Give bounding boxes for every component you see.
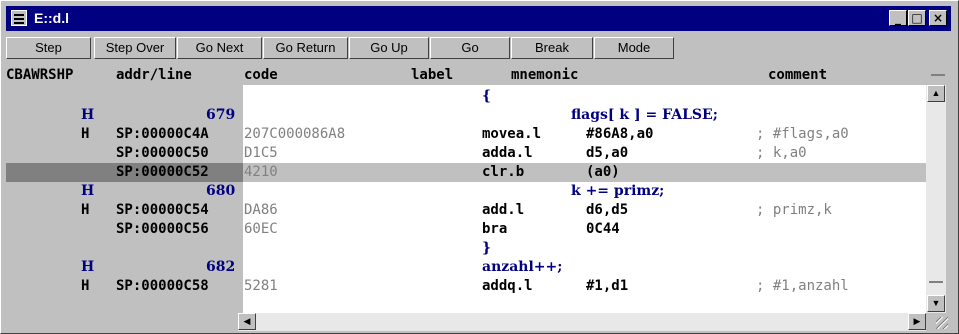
size-grip-icon[interactable] xyxy=(936,317,948,329)
mode-button[interactable]: Mode xyxy=(594,37,674,59)
row-addr: SP:00000C54 xyxy=(116,202,209,218)
vscroll-header-area xyxy=(928,65,946,85)
row-flag: H xyxy=(81,259,95,275)
row-mnemonic: adda.l xyxy=(482,145,533,161)
scroll-up-icon[interactable]: ▲ xyxy=(927,85,945,102)
row-mnemonic: clr.b xyxy=(482,164,525,180)
row-comment: ; #1,anzahl xyxy=(756,278,849,294)
scroll-grip-line xyxy=(931,74,945,76)
table-row[interactable]: } xyxy=(6,239,926,258)
table-row[interactable]: SP:00000C52 4210 clr.b (a0) xyxy=(6,163,926,182)
col-comment[interactable]: comment xyxy=(768,67,827,83)
table-row[interactable]: H SP:00000C54 DA86 add.l d6,d5 ; primz,k xyxy=(6,201,926,220)
row-addr: 680 xyxy=(206,183,236,199)
table-row[interactable]: { xyxy=(6,87,926,106)
row-flag: H xyxy=(81,126,90,142)
col-label[interactable]: label xyxy=(411,67,453,83)
row-mnemonic: bra xyxy=(482,221,508,237)
col-addr[interactable]: addr/line xyxy=(116,67,192,83)
row-left-pane xyxy=(6,239,243,258)
go-up-button[interactable]: Go Up xyxy=(349,37,429,59)
row-mnemonic: addq.l xyxy=(482,278,533,294)
row-mnemonic: add.l xyxy=(482,202,525,218)
step-button[interactable]: Step xyxy=(6,37,91,59)
minimize-icon[interactable]: _ xyxy=(889,10,907,26)
row-source: k += primz; xyxy=(571,183,665,199)
hscroll-left-area xyxy=(6,313,238,331)
row-comment: ; #flags,a0 xyxy=(756,126,849,142)
row-code: DA86 xyxy=(244,202,278,218)
scroll-right-icon[interactable]: ▶ xyxy=(908,313,926,330)
row-addr: SP:00000C50 xyxy=(116,145,209,161)
go-button[interactable]: Go xyxy=(430,37,510,59)
row-code: D1C5 xyxy=(244,145,278,161)
break-button[interactable]: Break xyxy=(511,37,593,59)
disassembly-list[interactable]: { H 679 flags[ k ] = FALSE; H SP:00000C4A 207C… xyxy=(6,85,926,313)
vertical-scrollbar[interactable]: ▲ ▼ xyxy=(926,85,946,313)
table-row[interactable]: H SP:00000C4A 207C000086A8 movea.l #86A8,a0;… xyxy=(6,125,926,144)
close-icon[interactable]: × xyxy=(929,10,947,26)
resize-corner[interactable] xyxy=(926,313,950,331)
table-row[interactable]: H SP:00000C58 5281 addq.l #1,d1 ; #1,anzahl xyxy=(6,277,926,296)
window-title: E::d.l xyxy=(34,10,69,26)
row-code: 60EC xyxy=(244,221,278,237)
scroll-left-icon[interactable]: ◀ xyxy=(238,313,256,330)
row-addr: 679 xyxy=(206,107,236,123)
col-mnemonic[interactable]: mnemonic xyxy=(511,67,578,83)
window-menu-icon[interactable] xyxy=(11,10,27,26)
row-addr: SP:00000C52 xyxy=(116,164,209,180)
table-row[interactable]: SP:00000C56 60EC bra 0C44 xyxy=(6,220,926,239)
table-row[interactable]: H 679 flags[ k ] = FALSE; xyxy=(6,106,926,125)
row-flag: H xyxy=(81,183,95,199)
row-operand: #1,d1 xyxy=(586,278,629,294)
row-source: flags[ k ] = FALSE; xyxy=(571,107,718,123)
step-over-button[interactable]: Step Over xyxy=(94,37,176,59)
row-code: 207C000086A8 xyxy=(244,126,346,142)
row-operand: (a0) xyxy=(586,164,620,180)
row-addr: 682 xyxy=(206,259,236,275)
row-source: { xyxy=(482,88,492,104)
row-source: anzahl++; xyxy=(482,259,563,275)
table-row[interactable]: H 682 anzahl++; xyxy=(6,258,926,277)
row-left-pane xyxy=(6,87,243,106)
scroll-down-icon[interactable]: ▼ xyxy=(927,295,945,312)
debugger-window: E::d.l _ □ × Step Step Over Go Next Go R… xyxy=(0,0,959,334)
row-operand: #86A8,a0 xyxy=(586,126,654,142)
row-operand: d6,d5 xyxy=(586,202,629,218)
row-addr: SP:00000C4A xyxy=(116,126,209,142)
row-addr: SP:00000C56 xyxy=(116,221,209,237)
go-next-button[interactable]: Go Next xyxy=(177,37,262,59)
row-flag: H xyxy=(81,107,95,123)
maximize-icon[interactable]: □ xyxy=(908,10,926,26)
column-headers: CBAWRSHP addr/line code label mnemonic c… xyxy=(6,65,926,85)
col-code[interactable]: code xyxy=(244,67,278,83)
scroll-position-line xyxy=(929,281,943,283)
table-row[interactable]: SP:00000C50 D1C5 adda.l d5,a0 ; k,a0 xyxy=(6,144,926,163)
row-operand: d5,a0 xyxy=(586,145,629,161)
row-operand: 0C44 xyxy=(586,221,620,237)
row-comment: ; primz,k xyxy=(756,202,832,218)
row-mnemonic: movea.l xyxy=(482,126,542,142)
row-code: 4210 xyxy=(244,164,278,180)
table-row[interactable]: H 680 k += primz; xyxy=(6,182,926,201)
row-code: 5281 xyxy=(244,278,278,294)
horizontal-scrollbar[interactable]: ◀ ▶ xyxy=(238,313,926,331)
row-flag: H xyxy=(81,202,90,218)
row-addr: SP:00000C58 xyxy=(116,278,209,294)
row-source: } xyxy=(482,240,492,256)
row-flag: H xyxy=(81,278,90,294)
title-bar[interactable]: E::d.l _ □ × xyxy=(6,6,951,31)
toolbar: Step Step Over Go Next Go Return Go Up G… xyxy=(6,33,951,59)
row-comment: ; k,a0 xyxy=(756,145,807,161)
col-flags[interactable]: CBAWRSHP xyxy=(6,67,73,83)
go-return-button[interactable]: Go Return xyxy=(263,37,348,59)
